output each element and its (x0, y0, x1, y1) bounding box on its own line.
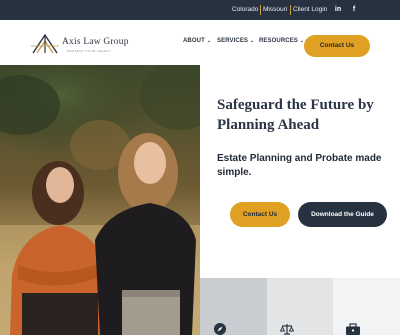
nav-services[interactable]: SERVICES ⌄ (217, 38, 254, 48)
feature-tile[interactable] (333, 278, 400, 335)
colorado-link[interactable]: Colorado (232, 0, 258, 20)
feature-tile[interactable] (200, 278, 267, 335)
linkedin-icon[interactable]: in (334, 5, 342, 15)
chevron-down-icon: ⌄ (206, 38, 212, 44)
nav-resources[interactable]: RESOURCES ⌄ (259, 38, 304, 48)
divider (260, 5, 261, 15)
nav-resources-label: RESOURCES (259, 38, 298, 44)
logo-tagline: PROTECT YOUR LEGACY (67, 49, 112, 53)
missouri-link[interactable]: Missouri (263, 0, 287, 20)
hero-photo (0, 65, 200, 335)
feature-tile[interactable] (267, 278, 333, 335)
download-guide-button[interactable]: Download the Guide (298, 202, 387, 227)
main-header: Axis Law Group PROTECT YOUR LEGACY ABOUT… (0, 20, 400, 65)
chevron-down-icon: ⌄ (250, 38, 255, 44)
logo-name: Axis Law Group (62, 37, 129, 47)
hero-contact-button[interactable]: Contact Us (230, 202, 290, 227)
hero-headline: Safeguard the Future by Planning Ahead (217, 95, 397, 135)
hero-headline-line2: Planning Ahead (217, 117, 320, 133)
divider (290, 5, 291, 15)
hero-subheadline: Estate Planning and Probate made simple. (217, 153, 382, 178)
compass-icon (213, 322, 227, 335)
briefcase-icon (345, 322, 360, 335)
header-contact-button[interactable]: Contact Us (304, 35, 370, 57)
top-utility-bar: Colorado Missouri Client Login in f (0, 0, 400, 20)
scales-icon (279, 322, 295, 335)
client-login-link[interactable]: Client Login (293, 0, 327, 20)
nav-about-label: ABOUT (183, 38, 205, 44)
nav-services-label: SERVICES (217, 38, 249, 44)
nav-about[interactable]: ABOUT ⌄ (183, 38, 211, 48)
facebook-icon[interactable]: f (350, 5, 358, 15)
logo[interactable]: Axis Law Group PROTECT YOUR LEGACY (31, 33, 141, 55)
logo-mark-icon (31, 33, 59, 54)
hero-headline-line1: Safeguard the Future by (217, 97, 374, 113)
